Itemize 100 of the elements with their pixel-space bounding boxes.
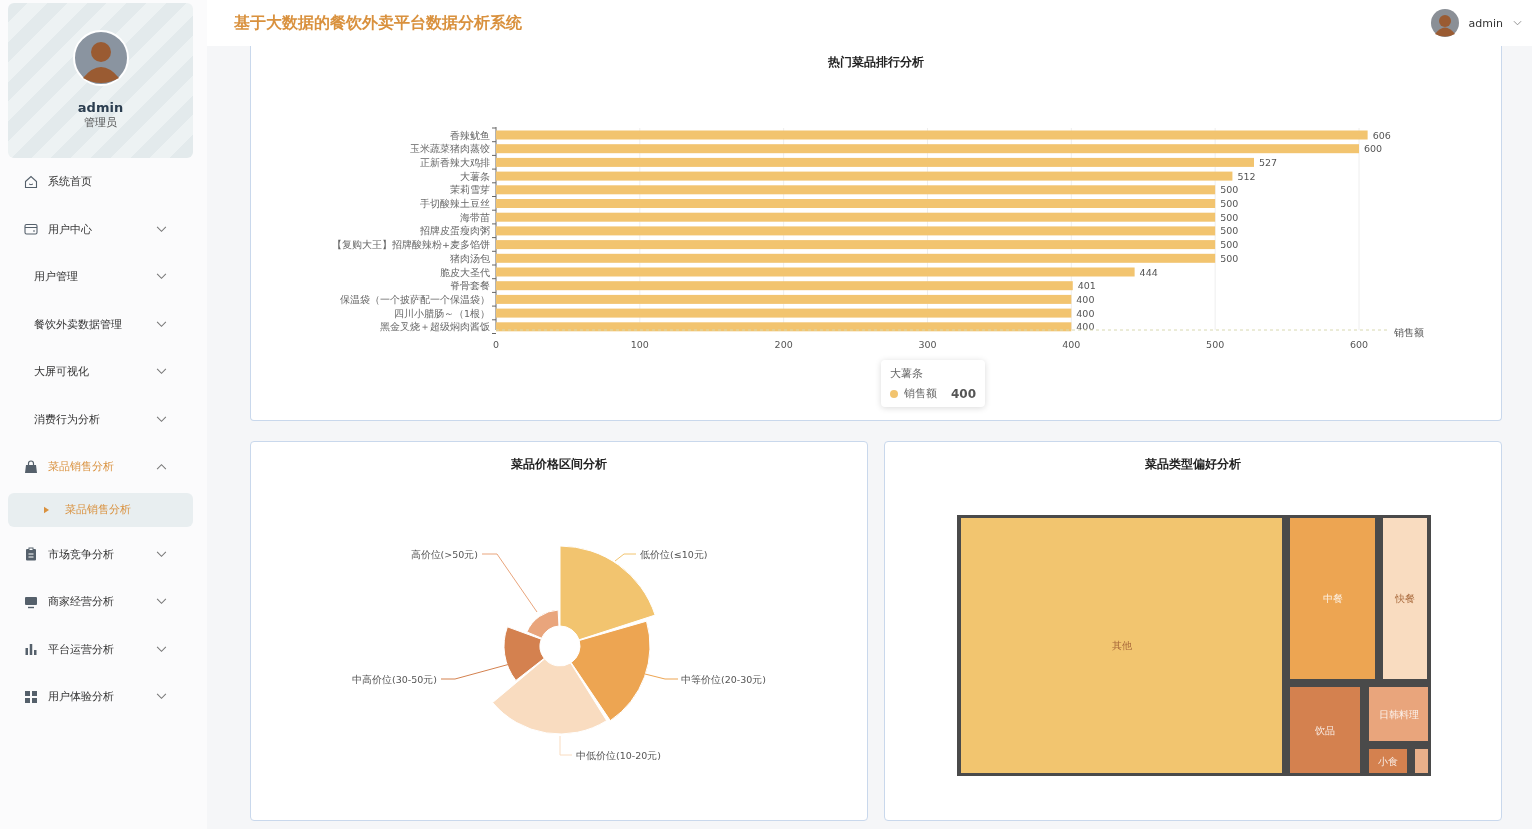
cell-label: 中餐: [1322, 593, 1343, 604]
bar[interactable]: [496, 212, 1216, 222]
user-menu[interactable]: admin: [1430, 9, 1522, 37]
value-label: 401: [1077, 280, 1096, 292]
treemap-cell[interactable]: [1290, 518, 1375, 679]
axis-tick-label: 200: [774, 339, 793, 350]
monitor-icon: [24, 594, 38, 609]
bar[interactable]: [496, 185, 1216, 195]
leader-line: [644, 673, 679, 680]
axis-tick-label: 500: [1206, 339, 1225, 350]
cell-label: 饮品: [1315, 724, 1335, 736]
menu-item[interactable]: 消费行为分析: [0, 395, 207, 443]
bar[interactable]: [496, 199, 1216, 208]
category-label: 香辣鱿鱼: [450, 129, 490, 141]
menu-item[interactable]: 用户中心: [0, 205, 207, 253]
card-icon: [24, 222, 38, 237]
bar[interactable]: [496, 253, 1216, 263]
bar-chart-icon: [24, 642, 38, 657]
category-label: 正新香辣大鸡排: [420, 156, 490, 168]
treemap-cell[interactable]: [1383, 518, 1427, 679]
chevron-down-icon: [156, 415, 167, 423]
clipboard-icon: [24, 547, 38, 562]
category-label: 招牌皮蛋瘦肉粥: [420, 225, 490, 237]
value-label: 606: [1372, 129, 1391, 141]
leader-line: [559, 735, 573, 756]
menu-item[interactable]: 商家经营分析: [0, 578, 207, 626]
treemap-cell[interactable]: [1369, 749, 1407, 773]
bar[interactable]: [496, 157, 1254, 167]
value-label: 400: [1076, 307, 1095, 319]
leader-line: [481, 553, 538, 613]
rose-slice[interactable]: [526, 609, 560, 639]
value-label: 400: [1076, 293, 1095, 305]
slice-label: 中等价位(20-30元): [681, 673, 767, 685]
chevron-up-icon: [156, 463, 167, 471]
category-label: 【复购大王】招牌酸辣粉+麦多馅饼: [332, 239, 490, 251]
bar[interactable]: [496, 226, 1216, 236]
app-title: 基于大数据的餐饮外卖平台数据分析系统: [234, 12, 522, 34]
series-name: 销售额: [904, 386, 938, 401]
tooltip-title: 大薯条: [890, 366, 924, 381]
cell-label: 其他: [1111, 640, 1132, 651]
axis-tick-label: 300: [918, 339, 937, 350]
category-label: 玉米蔬菜猪肉蒸饺: [410, 143, 490, 155]
bar[interactable]: [496, 144, 1359, 154]
treemap-cell[interactable]: [1290, 687, 1360, 773]
avatar-icon: [72, 30, 129, 86]
value-label: 500: [1220, 184, 1239, 196]
axis-tick-label: 100: [630, 339, 649, 350]
menu-item[interactable]: 大屏可视化: [0, 348, 207, 396]
bar[interactable]: [496, 171, 1233, 181]
rose-slice[interactable]: [492, 658, 608, 735]
value-label: 500: [1220, 198, 1239, 209]
menu-item[interactable]: 平台运营分析: [0, 625, 207, 673]
series-value: 400: [950, 386, 976, 401]
leader-line: [614, 553, 637, 562]
value-label: 400: [1076, 321, 1095, 333]
bar[interactable]: [496, 130, 1368, 140]
menu-item[interactable]: 用户管理: [0, 253, 207, 301]
chevron-down-icon: [156, 368, 167, 376]
chevron-down-icon: [156, 550, 167, 558]
bar[interactable]: [496, 267, 1135, 277]
category-label: 海带苗: [460, 211, 490, 223]
slice-label: 中低价位(10-20元): [576, 749, 662, 761]
bar[interactable]: [496, 322, 1072, 332]
bar[interactable]: [496, 308, 1072, 318]
chevron-down-icon: [156, 693, 167, 701]
bar[interactable]: [496, 294, 1072, 304]
chevron-down-icon: [156, 273, 167, 281]
category-label: 黑金叉烧＋超级焖肉酱饭: [380, 321, 490, 333]
value-label: 600: [1364, 143, 1383, 155]
treemap-cell[interactable]: [1415, 749, 1428, 773]
menu-item[interactable]: 餐饮外卖数据管理: [0, 300, 207, 348]
user-role: 管理员: [84, 116, 117, 130]
chevron-down-icon: [156, 320, 167, 328]
bar[interactable]: [496, 240, 1216, 250]
leader-line: [440, 663, 511, 680]
chart-title: 菜品类型偏好分析: [1144, 456, 1242, 473]
slice-label: 低价位(≤10元): [640, 548, 708, 560]
treemap-cell[interactable]: [961, 518, 1282, 773]
axis-tick-label: 600: [1349, 339, 1369, 350]
cell-label: 快餐: [1395, 593, 1415, 604]
menu-item[interactable]: 市场竞争分析: [0, 530, 207, 578]
value-label: 512: [1237, 170, 1256, 182]
grid-icon: [24, 689, 38, 704]
rose-slice[interactable]: [503, 626, 545, 681]
category-label: 脆皮大圣代: [440, 266, 490, 278]
treemap-cell[interactable]: [1369, 687, 1428, 741]
value-label: 500: [1220, 225, 1239, 237]
rose-slice[interactable]: [570, 620, 651, 722]
menu-item[interactable]: 系统首页: [0, 158, 207, 206]
axis-tick-label: 0: [493, 339, 499, 350]
chart-title: 菜品价格区间分析: [510, 456, 608, 473]
menu-item[interactable]: 用户体验分析: [0, 673, 207, 721]
home-icon: [24, 174, 38, 189]
value-label: 500: [1220, 252, 1239, 264]
chart-title: 热门菜品排行分析: [827, 54, 925, 71]
axis-tick-label: 400: [1062, 339, 1081, 350]
avatar-icon: [1430, 9, 1459, 37]
category-label: 茉莉雪芽: [450, 184, 490, 196]
bag-icon: [24, 459, 38, 474]
bar[interactable]: [496, 281, 1073, 291]
